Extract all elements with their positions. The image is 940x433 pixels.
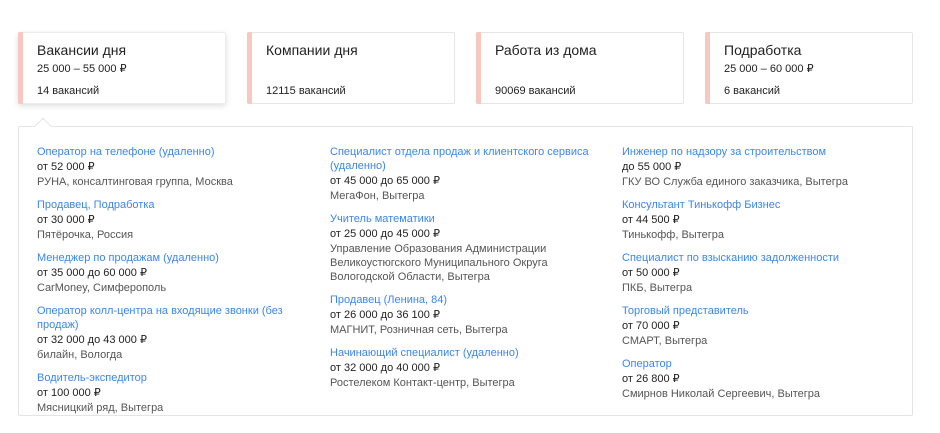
vacancy-title-link[interactable]: Водитель-экспедитор (37, 371, 307, 385)
vacancy-item: Оператор от 26 800 ₽ Смирнов Николай Сер… (622, 357, 892, 401)
vacancy-category-tabs: Вакансии дня 25 000 – 55 000 ₽ 14 ваканс… (18, 32, 913, 104)
vacancy-salary: от 35 000 до 60 000 ₽ (37, 267, 147, 279)
vacancy-item: Специалист по взысканию задолженности от… (622, 251, 892, 295)
vacancy-company: МегаФон, Вытегра (330, 190, 425, 202)
vacancy-title-link[interactable]: Оператор на телефоне (удаленно) (37, 145, 307, 159)
vacancy-title-link[interactable]: Продавец, Подработка (37, 198, 307, 212)
tab-count: 6 вакансий (724, 85, 781, 97)
tab-title: Компании дня (266, 42, 358, 58)
vacancy-salary: от 26 800 ₽ (622, 373, 680, 385)
vacancy-company: Мясницкий ряд, Вытегра (37, 402, 164, 414)
vacancy-column: Специалист отдела продаж и клиентского с… (330, 145, 600, 399)
vacancy-salary: от 32 000 до 40 000 ₽ (330, 362, 440, 374)
tab-vacancies-of-day[interactable]: Вакансии дня 25 000 – 55 000 ₽ 14 ваканс… (18, 32, 226, 104)
vacancy-salary: от 45 000 до 65 000 ₽ (330, 175, 440, 187)
vacancy-title-link[interactable]: Продавец (Ленина, 84) (330, 293, 600, 307)
tab-salary: 25 000 – 60 000 ₽ (724, 63, 814, 75)
vacancy-company: CarMoney, Симферополь (37, 282, 167, 294)
vacancy-title-link[interactable]: Инженер по надзору за строительством (622, 145, 892, 159)
vacancy-column: Оператор на телефоне (удаленно) от 52 00… (37, 145, 307, 424)
tab-salary: 25 000 – 55 000 ₽ (37, 63, 127, 75)
tab-count: 14 вакансий (37, 85, 100, 97)
vacancy-salary: от 100 000 ₽ (37, 387, 101, 399)
tab-count: 90069 вакансий (495, 85, 576, 97)
vacancies-panel: Оператор на телефоне (удаленно) от 52 00… (18, 117, 913, 416)
vacancy-item: Инженер по надзору за строительством до … (622, 145, 892, 189)
vacancy-item: Учитель математики от 25 000 до 45 000 ₽… (330, 212, 600, 284)
vacancy-item: Торговый представитель от 70 000 ₽ СМАРТ… (622, 304, 892, 348)
tab-remote-work[interactable]: Работа из дома 90069 вакансий (476, 32, 684, 104)
vacancy-title-link[interactable]: Менеджер по продажам (удаленно) (37, 251, 307, 265)
vacancy-title-link[interactable]: Консультант Тинькофф Бизнес (622, 198, 892, 212)
panel-pointer (34, 117, 52, 135)
tab-title: Работа из дома (495, 42, 597, 58)
tab-title: Подработка (724, 42, 802, 58)
vacancy-title-link[interactable]: Специалист по взысканию задолженности (622, 251, 892, 265)
vacancy-item: Специалист отдела продаж и клиентского с… (330, 145, 600, 203)
tab-count: 12115 вакансий (266, 85, 346, 97)
vacancy-title-link[interactable]: Торговый представитель (622, 304, 892, 318)
vacancy-item: Оператор на телефоне (удаленно) от 52 00… (37, 145, 307, 189)
vacancy-salary: от 70 000 ₽ (622, 320, 680, 332)
vacancy-company: РУНА, консалтинговая группа, Москва (37, 176, 233, 188)
vacancy-column: Инженер по надзору за строительством до … (622, 145, 892, 410)
vacancy-company: Управление Образования Администрации Вел… (330, 243, 548, 283)
vacancy-salary: от 26 000 до 36 100 ₽ (330, 309, 440, 321)
vacancy-salary: до 55 000 ₽ (622, 161, 682, 173)
vacancy-title-link[interactable]: Учитель математики (330, 212, 600, 226)
vacancy-item: Начинающий специалист (удаленно) от 32 0… (330, 346, 600, 390)
vacancy-title-link[interactable]: Оператор (622, 357, 892, 371)
vacancy-company: Ростелеком Контакт-центр, Вытегра (330, 377, 515, 389)
vacancy-company: Смирнов Николай Сергеевич, Вытегра (622, 388, 821, 400)
vacancy-salary: от 52 000 ₽ (37, 161, 95, 173)
vacancy-item: Менеджер по продажам (удаленно) от 35 00… (37, 251, 307, 295)
tab-companies-of-day[interactable]: Компании дня 12115 вакансий (247, 32, 455, 104)
tab-salary (266, 62, 454, 76)
vacancy-company: Тинькофф, Вытегра (622, 229, 724, 241)
vacancy-title-link[interactable]: Оператор колл-центра на входящие звонки … (37, 304, 307, 332)
vacancy-item: Продавец (Ленина, 84) от 26 000 до 36 10… (330, 293, 600, 337)
vacancy-salary: от 32 000 до 43 000 ₽ (37, 334, 147, 346)
vacancy-title-link[interactable]: Специалист отдела продаж и клиентского с… (330, 145, 600, 173)
vacancy-company: билайн, Вологда (37, 349, 123, 361)
vacancy-salary: от 25 000 до 45 000 ₽ (330, 228, 440, 240)
tab-title: Вакансии дня (37, 42, 127, 58)
vacancy-salary: от 50 000 ₽ (622, 267, 680, 279)
vacancy-salary: от 30 000 ₽ (37, 214, 95, 226)
vacancy-company: МАГНИТ, Розничная сеть, Вытегра (330, 324, 508, 336)
vacancy-company: ПКБ, Вытегра (622, 282, 693, 294)
vacancy-item: Водитель-экспедитор от 100 000 ₽ Мясницк… (37, 371, 307, 415)
tab-part-time[interactable]: Подработка 25 000 – 60 000 ₽ 6 вакансий (705, 32, 913, 104)
vacancy-title-link[interactable]: Начинающий специалист (удаленно) (330, 346, 600, 360)
vacancy-item: Оператор колл-центра на входящие звонки … (37, 304, 307, 362)
vacancy-item: Консультант Тинькофф Бизнес от 44 500 ₽ … (622, 198, 892, 242)
vacancy-company: Пятёрочка, Россия (37, 229, 134, 241)
vacancy-company: СМАРТ, Вытегра (622, 335, 708, 347)
vacancy-item: Продавец, Подработка от 30 000 ₽ Пятёроч… (37, 198, 307, 242)
vacancy-salary: от 44 500 ₽ (622, 214, 680, 226)
tab-salary (495, 62, 683, 76)
vacancy-company: ГКУ ВО Служба единого заказчика, Вытегра (622, 176, 848, 188)
